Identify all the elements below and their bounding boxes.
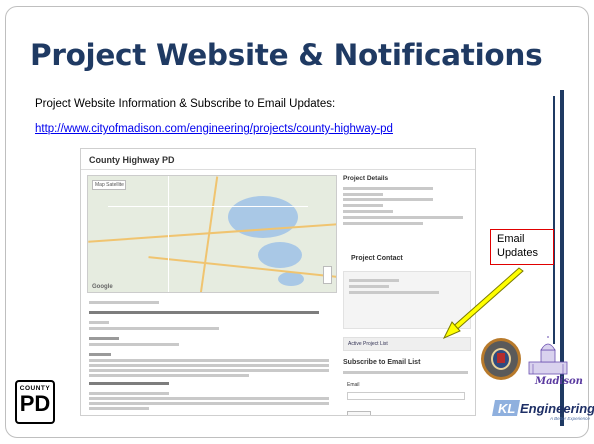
email-input[interactable] xyxy=(347,392,465,400)
details-line xyxy=(89,374,249,377)
schedule-label-line xyxy=(89,337,119,340)
lake-monona xyxy=(258,242,302,268)
madison-wordmark: Madison xyxy=(535,376,583,387)
email-label: Email xyxy=(347,382,360,388)
detail-line xyxy=(343,187,433,190)
contact-line xyxy=(349,285,389,288)
website-screenshot: County Highway PD Map Satellite Google P… xyxy=(80,148,476,416)
updated-line xyxy=(89,301,159,304)
county-pd-main-text: PD xyxy=(19,391,51,416)
kl-engineering-mark: KL xyxy=(492,400,520,416)
active-project-list-button[interactable]: Active Project List xyxy=(343,337,471,351)
detail-line xyxy=(343,204,383,207)
meeting-line xyxy=(89,397,329,400)
county-seal-logo xyxy=(481,338,521,380)
subscribe-line xyxy=(343,371,468,374)
map-attribution: Google xyxy=(92,284,113,290)
detail-line xyxy=(343,216,463,219)
subscribe-button[interactable] xyxy=(347,411,371,415)
update-heading-line xyxy=(89,311,319,314)
callout-line-2: Updates xyxy=(497,247,538,259)
map-zoom-control[interactable] xyxy=(323,266,332,284)
webpage-divider xyxy=(81,169,475,170)
highway-road xyxy=(88,223,336,243)
meeting-line xyxy=(89,392,169,395)
callout-line-1: Email xyxy=(497,233,525,245)
meeting-line xyxy=(89,402,329,405)
subscribe-heading: Subscribe to Email List xyxy=(343,359,421,366)
slide-subtitle: Project Website Information & Subscribe … xyxy=(35,98,336,110)
map-type-toggle[interactable]: Map Satellite xyxy=(92,180,126,190)
webpage-title: County Highway PD xyxy=(89,155,175,165)
contact-line xyxy=(349,279,399,282)
kl-engineering-wordmark: Engineering xyxy=(520,401,594,416)
details-line xyxy=(89,369,329,372)
project-contact-heading: Project Contact xyxy=(351,255,403,262)
project-map: Map Satellite Google xyxy=(87,175,337,293)
accent-bar-left xyxy=(553,96,555,344)
seal-center xyxy=(497,353,505,363)
details-line xyxy=(89,359,329,362)
limits-line xyxy=(89,321,109,324)
detail-line xyxy=(343,222,423,225)
slide-title: Project Website & Notifications xyxy=(30,38,543,72)
detail-line xyxy=(343,210,393,213)
detail-line xyxy=(343,198,433,201)
local-road xyxy=(108,206,308,207)
details-label-line xyxy=(89,353,111,356)
kl-engineering-tagline: A Better Experience xyxy=(550,416,590,421)
detail-line xyxy=(343,193,383,196)
limits-line xyxy=(89,327,219,330)
highway-road xyxy=(148,256,336,278)
contact-line xyxy=(349,291,439,294)
county-pd-logo: COUNTY PD xyxy=(15,380,55,424)
svg-text:KL: KL xyxy=(498,401,515,416)
meeting-line xyxy=(89,407,149,410)
schedule-line xyxy=(89,343,179,346)
meetings-heading-line xyxy=(89,382,169,385)
email-updates-callout: Email Updates xyxy=(490,229,554,265)
project-details-heading: Project Details xyxy=(343,175,389,182)
details-line xyxy=(89,364,329,367)
project-url-link[interactable]: http://www.cityofmadison.com/engineering… xyxy=(35,123,393,135)
local-road xyxy=(168,176,169,292)
